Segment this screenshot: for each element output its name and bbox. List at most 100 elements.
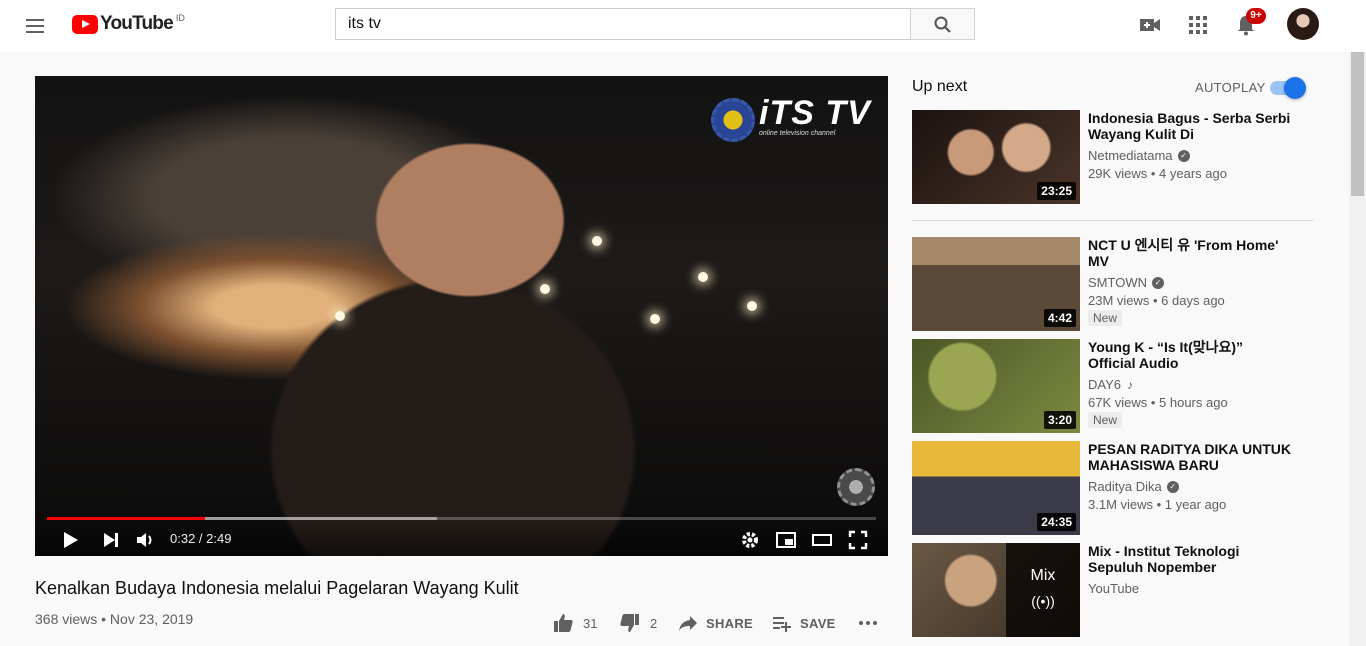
search-icon (934, 16, 951, 33)
player-controls: 0:32 / 2:49 (35, 522, 888, 556)
video-stats: 67K views • 5 hours ago (1088, 395, 1228, 410)
progress-played (47, 517, 205, 520)
play-logo-icon (72, 15, 98, 34)
channel-label: Raditya Dika (1088, 479, 1162, 494)
video-duration: 24:35 (1037, 513, 1076, 531)
thumbs-up-icon (554, 614, 573, 632)
youtube-logo[interactable]: YouTube ID (72, 13, 185, 37)
verified-check-icon: ✓ (1177, 149, 1190, 162)
corner-logo-icon (837, 468, 875, 506)
video-thumbnail[interactable]: 23:25 (912, 110, 1080, 204)
time-display: 0:32 / 2:49 (170, 531, 232, 546)
video-stats: 3.1M views • 1 year ago (1088, 497, 1227, 512)
create-video-icon[interactable] (1137, 12, 1163, 38)
video-title[interactable]: Indonesia Bagus - Serba Serbi Wayang Kul… (1088, 110, 1294, 142)
stage-light (335, 311, 345, 321)
search-button[interactable] (910, 8, 975, 40)
video-stats: 29K views • 4 years ago (1088, 166, 1227, 181)
theater-mode-icon[interactable] (810, 528, 834, 552)
recommended-video[interactable]: 24:35 PESAN RADITYA DIKA UNTUK MAHASISWA… (912, 441, 1314, 535)
search-box (335, 8, 911, 40)
stage-light (592, 236, 602, 246)
stage-light (747, 301, 757, 311)
apps-icon[interactable] (1185, 12, 1211, 38)
its-logo-icon (711, 98, 755, 142)
share-button[interactable]: SHARE (678, 612, 753, 634)
broadcast-icon: ((•)) (1031, 593, 1055, 609)
video-thumbnail[interactable]: 4:42 (912, 237, 1080, 331)
verified-check-icon: ✓ (1151, 276, 1164, 289)
channel-label: DAY6 (1088, 377, 1121, 392)
up-next-heading: Up next (912, 78, 968, 95)
channel-name[interactable]: Raditya Dika ✓ (1088, 479, 1179, 494)
new-badge: New (1088, 310, 1123, 326)
mix-label: Mix (1030, 567, 1056, 584)
video-title: Kenalkan Budaya Indonesia melalui Pagela… (35, 578, 519, 598)
video-duration: 23:25 (1037, 182, 1076, 200)
like-count: 31 (583, 615, 598, 631)
mix-overlay: Mix ((•)) (1006, 543, 1080, 637)
recommended-video[interactable]: 23:25 Indonesia Bagus - Serba Serbi Waya… (912, 110, 1314, 204)
stage-light (540, 284, 550, 294)
thumbs-down-icon (620, 614, 639, 632)
stage-light (698, 272, 708, 282)
channel-label: SMTOWN (1088, 275, 1147, 290)
video-thumbnail[interactable]: 3:20 (912, 339, 1080, 433)
save-label: SAVE (800, 615, 836, 631)
volume-icon[interactable] (133, 528, 157, 552)
channel-watermark[interactable]: iTS TV online television channel (711, 94, 871, 142)
channel-label: YouTube (1088, 581, 1140, 596)
video-title[interactable]: PESAN RADITYA DIKA UNTUK MAHASISWA BARU (1088, 441, 1294, 473)
progress-bar[interactable] (47, 517, 876, 520)
autoplay-toggle-knob[interactable] (1284, 77, 1306, 99)
new-badge: New (1088, 412, 1123, 428)
more-horiz-icon (859, 621, 877, 625)
channel-name[interactable]: SMTOWN ✓ (1088, 275, 1164, 290)
recommended-mix[interactable]: Mix ((•)) Mix - Institut Teknologi Sepul… (912, 543, 1314, 637)
channel-name[interactable]: DAY6 ♪ (1088, 377, 1133, 392)
like-button[interactable]: 31 (553, 612, 597, 634)
video-player[interactable]: iTS TV online television channel 0:32 / … (35, 76, 888, 556)
video-stats: 23M views • 6 days ago (1088, 293, 1225, 308)
fullscreen-icon[interactable] (846, 528, 870, 552)
avatar[interactable] (1287, 8, 1319, 40)
settings-gear-icon[interactable] (738, 528, 762, 552)
video-title[interactable]: NCT U 엔시티 유 'From Home' MV (1088, 237, 1294, 269)
next-icon[interactable] (99, 528, 123, 552)
dislike-button[interactable]: 2 (620, 612, 657, 634)
more-actions-button[interactable] (858, 612, 878, 634)
miniplayer-icon[interactable] (774, 528, 798, 552)
share-label: SHARE (706, 615, 754, 631)
recommended-video[interactable]: 4:42 NCT U 엔시티 유 'From Home' MV SMTOWN ✓… (912, 237, 1314, 331)
recommended-video[interactable]: 3:20 Young K - “Is It(맞나요)” Official Aud… (912, 339, 1314, 433)
autoplay-label: AUTOPLAY (1195, 80, 1266, 95)
video-meta: 368 views • Nov 23, 2019 (35, 611, 194, 627)
verified-check-icon: ✓ (1166, 480, 1179, 493)
music-note-icon: ♪ (1127, 377, 1133, 392)
menu-icon[interactable] (22, 13, 50, 39)
watermark-title: iTS TV (759, 94, 871, 132)
country-code: ID (175, 13, 185, 23)
search-input[interactable] (336, 9, 911, 39)
video-thumbnail[interactable]: 24:35 (912, 441, 1080, 535)
scrollbar-thumb[interactable] (1351, 52, 1364, 196)
notification-badge: 9+ (1246, 8, 1266, 24)
video-duration: 3:20 (1043, 411, 1076, 429)
video-thumbnail[interactable]: Mix ((•)) (912, 543, 1080, 637)
video-frame (35, 76, 888, 556)
play-icon[interactable] (58, 528, 82, 552)
video-title[interactable]: Mix - Institut Teknologi Sepuluh Nopembe… (1088, 543, 1294, 575)
channel-label: Netmediatama (1088, 148, 1173, 163)
stage-light (650, 314, 660, 324)
save-button[interactable]: SAVE (772, 612, 836, 634)
video-title[interactable]: Young K - “Is It(맞나요)” Official Audio (1088, 339, 1294, 371)
divider (912, 220, 1314, 221)
channel-name[interactable]: Netmediatama ✓ (1088, 148, 1190, 163)
share-arrow-icon (679, 616, 697, 631)
dislike-count: 2 (650, 615, 658, 631)
channel-name[interactable]: YouTube (1088, 581, 1139, 596)
video-duration: 4:42 (1043, 309, 1076, 327)
playlist-add-icon (773, 617, 791, 632)
masthead: YouTube ID 9+ (0, 0, 1366, 52)
logo-wordmark: YouTube (100, 13, 174, 34)
